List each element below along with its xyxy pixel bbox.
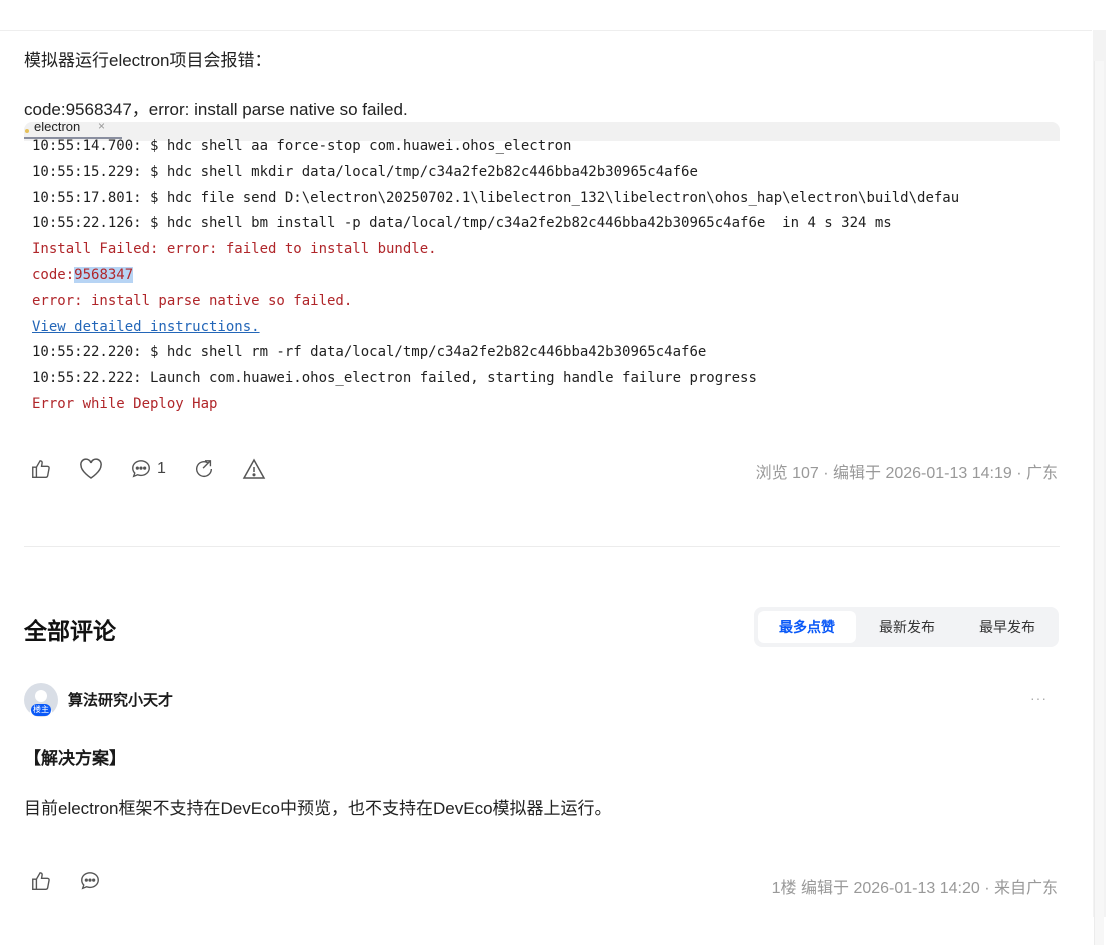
selected-error-code: 9568347 bbox=[74, 266, 134, 283]
console-line-text: Error while Deploy Hap bbox=[32, 395, 218, 412]
console-line-text: 10:55:22.220: $ hdc shell rm -rf data/lo… bbox=[32, 344, 707, 361]
comment-username[interactable]: 算法研究小天才 bbox=[68, 689, 173, 710]
divider bbox=[24, 546, 1060, 547]
comment-like-button[interactable] bbox=[30, 870, 52, 892]
more-options-button[interactable]: ··· bbox=[1030, 690, 1047, 706]
report-button[interactable] bbox=[242, 458, 266, 480]
console-line-text: 10:55:15.229: $ hdc shell mkdir data/loc… bbox=[32, 163, 698, 180]
console-line: 10:55:22.222: Launch com.huawei.ohos_ele… bbox=[32, 366, 959, 392]
heart-icon bbox=[79, 458, 103, 480]
thumbs-up-icon bbox=[30, 870, 52, 892]
scrollbar-thumb[interactable] bbox=[1094, 61, 1104, 945]
post-actions: 1 bbox=[30, 455, 293, 483]
console-line: Install Failed: error: failed to install… bbox=[32, 237, 959, 263]
comments-title: 全部评论 bbox=[24, 618, 116, 644]
share-button[interactable] bbox=[193, 458, 215, 480]
tab-indicator-icon bbox=[25, 129, 29, 133]
console-tab-label: electron bbox=[34, 122, 81, 134]
console-line-text: 10:55:22.126: $ hdc shell bm install -p … bbox=[32, 215, 892, 232]
comment-count: 1 bbox=[157, 460, 166, 477]
post-meta: 浏览 107 · 编辑于 2026-01-13 14:19 · 广东 bbox=[755, 465, 1058, 482]
favorite-button[interactable] bbox=[79, 458, 103, 480]
console-line-text: View detailed instructions. bbox=[32, 318, 260, 335]
comment-meta: 1楼 编辑于 2026-01-13 14:20 · 来自广东 bbox=[771, 880, 1058, 897]
comment-icon bbox=[130, 458, 152, 480]
comment-body: 目前electron框架不支持在DevEco中预览，也不支持在DevEco模拟器… bbox=[24, 799, 612, 818]
console-line-text: 10:55:17.801: $ hdc file send D:\electro… bbox=[32, 189, 960, 206]
comment-button[interactable]: 1 bbox=[130, 458, 166, 480]
top-divider bbox=[0, 30, 1092, 31]
console-line-text: code: bbox=[32, 266, 75, 283]
tab-newest[interactable]: 最新发布 bbox=[858, 611, 956, 643]
post-paragraph: 模拟器运行electron项目会报错： bbox=[24, 51, 272, 70]
scrollbar[interactable] bbox=[1093, 30, 1106, 945]
comment-actions bbox=[30, 870, 128, 892]
console-line-text: Install Failed: error: failed to install… bbox=[32, 241, 437, 258]
like-button[interactable] bbox=[30, 458, 52, 480]
tab-most-liked[interactable]: 最多点赞 bbox=[758, 611, 856, 643]
thumbs-up-icon bbox=[30, 458, 52, 480]
console-line: error: install parse native so failed. bbox=[32, 289, 959, 315]
console-line: 10:55:22.126: $ hdc shell bm install -p … bbox=[32, 211, 959, 237]
console-line-text: 10:55:14.700: $ hdc shell aa force-stop … bbox=[32, 138, 572, 154]
report-icon bbox=[242, 458, 266, 480]
console-line-text: 10:55:22.222: Launch com.huawei.ohos_ele… bbox=[32, 370, 757, 387]
comment-icon bbox=[79, 870, 101, 892]
console-screenshot: electron × 10:55:14.700: $ hdc shell aa … bbox=[24, 122, 1060, 418]
console-line: 10:55:17.801: $ hdc file send D:\electro… bbox=[32, 186, 959, 212]
console-output: 10:55:14.700: $ hdc shell aa force-stop … bbox=[32, 134, 959, 418]
console-line: Error while Deploy Hap bbox=[32, 392, 959, 418]
console-line: code:9568347 bbox=[32, 263, 959, 289]
post-paragraph: code:9568347，error: install parse native… bbox=[24, 100, 408, 119]
view-instructions-link[interactable]: View detailed instructions. bbox=[32, 315, 959, 341]
reply-button[interactable] bbox=[79, 870, 101, 892]
sort-tabs: 最多点赞 最新发布 最早发布 bbox=[754, 607, 1059, 647]
author-badge: 楼主 bbox=[31, 704, 51, 716]
share-icon bbox=[193, 458, 215, 480]
console-line-text: error: install parse native so failed. bbox=[32, 292, 353, 309]
console-line: 10:55:22.220: $ hdc shell rm -rf data/lo… bbox=[32, 340, 959, 366]
tab-oldest[interactable]: 最早发布 bbox=[958, 611, 1056, 643]
close-icon: × bbox=[98, 122, 106, 133]
console-line: 10:55:15.229: $ hdc shell mkdir data/loc… bbox=[32, 160, 959, 186]
console-line: 10:55:14.700: $ hdc shell aa force-stop … bbox=[32, 134, 959, 160]
comment-heading: 【解决方案】 bbox=[24, 749, 126, 768]
